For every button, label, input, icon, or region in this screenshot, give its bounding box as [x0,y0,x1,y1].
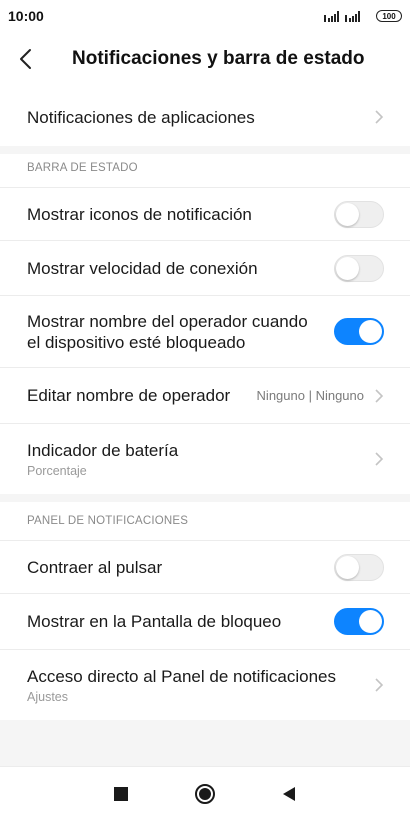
show-connection-speed-item[interactable]: Mostrar velocidad de conexión [0,241,410,296]
notification-shade-shortcut-label: Acceso directo al Panel de notificacione… [27,667,337,686]
collapse-on-tap-toggle[interactable] [334,553,384,581]
show-notification-icons-label: Mostrar iconos de notificación [27,204,252,224]
signal-icon-2: . [345,10,360,22]
chevron-right-icon [375,110,384,124]
section-divider [0,146,410,154]
show-on-lockscreen-item[interactable]: Mostrar en la Pantalla de bloqueo [0,594,410,650]
app-notifications-label: Notificaciones de aplicaciones [27,107,255,127]
back-button[interactable] [18,36,66,82]
notification-shade-shortcut-item[interactable]: Acceso directo al Panel de notificacione… [0,650,410,720]
show-connection-speed-label: Mostrar velocidad de conexión [27,258,258,278]
back-nav-button[interactable] [247,767,331,820]
status-icons: . . 100 [324,10,402,22]
battery-indicator-item[interactable]: Indicador de batería Porcentaje [0,424,410,494]
notification-shade-shortcut-sub: Ajustes [27,690,68,704]
show-carrier-name-toggle[interactable] [334,318,384,345]
show-carrier-name-label-line2: el dispositivo esté bloqueado [27,332,246,352]
show-carrier-name-label-line1: Mostrar nombre del operador cuando [27,311,308,331]
edit-carrier-name-label: Editar nombre de operador [27,386,231,405]
show-on-lockscreen-label: Mostrar en la Pantalla de bloqueo [27,612,282,631]
chevron-right-icon [375,452,384,466]
battery-indicator-sub: Porcentaje [27,464,87,478]
battery-icon: 100 [376,10,402,22]
square-icon [114,786,128,801]
show-on-lockscreen-toggle[interactable] [334,608,384,635]
page-title: Notificaciones y barra de estado [72,48,365,69]
show-connection-speed-toggle[interactable] [334,254,384,282]
status-bar: 10:00 . . 100 [0,0,410,32]
battery-indicator-label: Indicador de batería [27,441,179,460]
circle-icon [195,783,215,804]
section-label-status-bar: BARRA DE ESTADO [27,162,138,174]
recents-button[interactable] [79,767,163,820]
back-arrow-icon [20,49,31,69]
collapse-on-tap-item[interactable]: Contraer al pulsar [0,540,410,594]
edit-carrier-name-item[interactable]: Editar nombre de operador Ninguno | Ning… [0,368,410,424]
show-notification-icons-toggle[interactable] [334,200,384,228]
section-divider [0,494,410,502]
edit-carrier-name-value: Ninguno | Ninguno [256,388,364,403]
triangle-back-icon [283,786,295,801]
collapse-on-tap-label: Contraer al pulsar [27,557,163,577]
app-notifications-item[interactable]: Notificaciones de aplicaciones [0,88,410,146]
section-label-notification-shade: PANEL DE NOTIFICACIONES [27,515,189,527]
home-button[interactable] [163,767,247,820]
bottom-spacer [0,720,410,766]
show-carrier-name-item[interactable]: Mostrar nombre del operador cuando el di… [0,296,410,368]
chevron-right-icon [375,388,384,403]
status-time: 10:00 [8,8,44,24]
navigation-bar [0,766,410,820]
signal-icon-1: . [324,10,339,22]
chevron-right-icon [375,678,384,692]
header: Notificaciones y barra de estado [0,36,410,82]
show-notification-icons-item[interactable]: Mostrar iconos de notificación [0,187,410,241]
